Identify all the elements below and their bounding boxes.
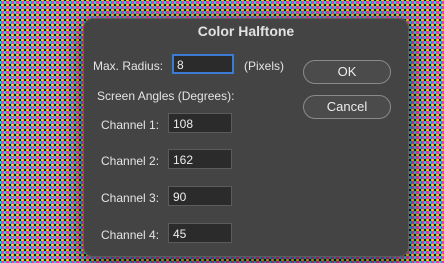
color-halftone-dialog: Color Halftone Max. Radius: 8 (Pixels) S… xyxy=(83,18,409,257)
channel-2-label: Channel 2: xyxy=(101,154,160,168)
screen-angles-label: Screen Angles (Degrees): xyxy=(97,89,235,103)
channel-1-label: Channel 1: xyxy=(101,118,160,132)
channel-1-input[interactable]: 108 xyxy=(168,113,232,133)
cancel-button[interactable]: Cancel xyxy=(303,95,391,119)
ok-button[interactable]: OK xyxy=(303,60,391,84)
max-radius-label: Max. Radius: xyxy=(93,59,164,73)
dialog-title: Color Halftone xyxy=(197,23,295,39)
channel-2-input[interactable]: 162 xyxy=(168,149,232,169)
channel-3-input[interactable]: 90 xyxy=(168,186,232,206)
max-radius-unit: (Pixels) xyxy=(244,59,285,73)
channel-4-input[interactable]: 45 xyxy=(168,223,232,243)
max-radius-input[interactable]: 8 xyxy=(172,54,234,74)
channel-4-label: Channel 4: xyxy=(101,228,160,242)
channel-3-label: Channel 3: xyxy=(101,191,160,205)
